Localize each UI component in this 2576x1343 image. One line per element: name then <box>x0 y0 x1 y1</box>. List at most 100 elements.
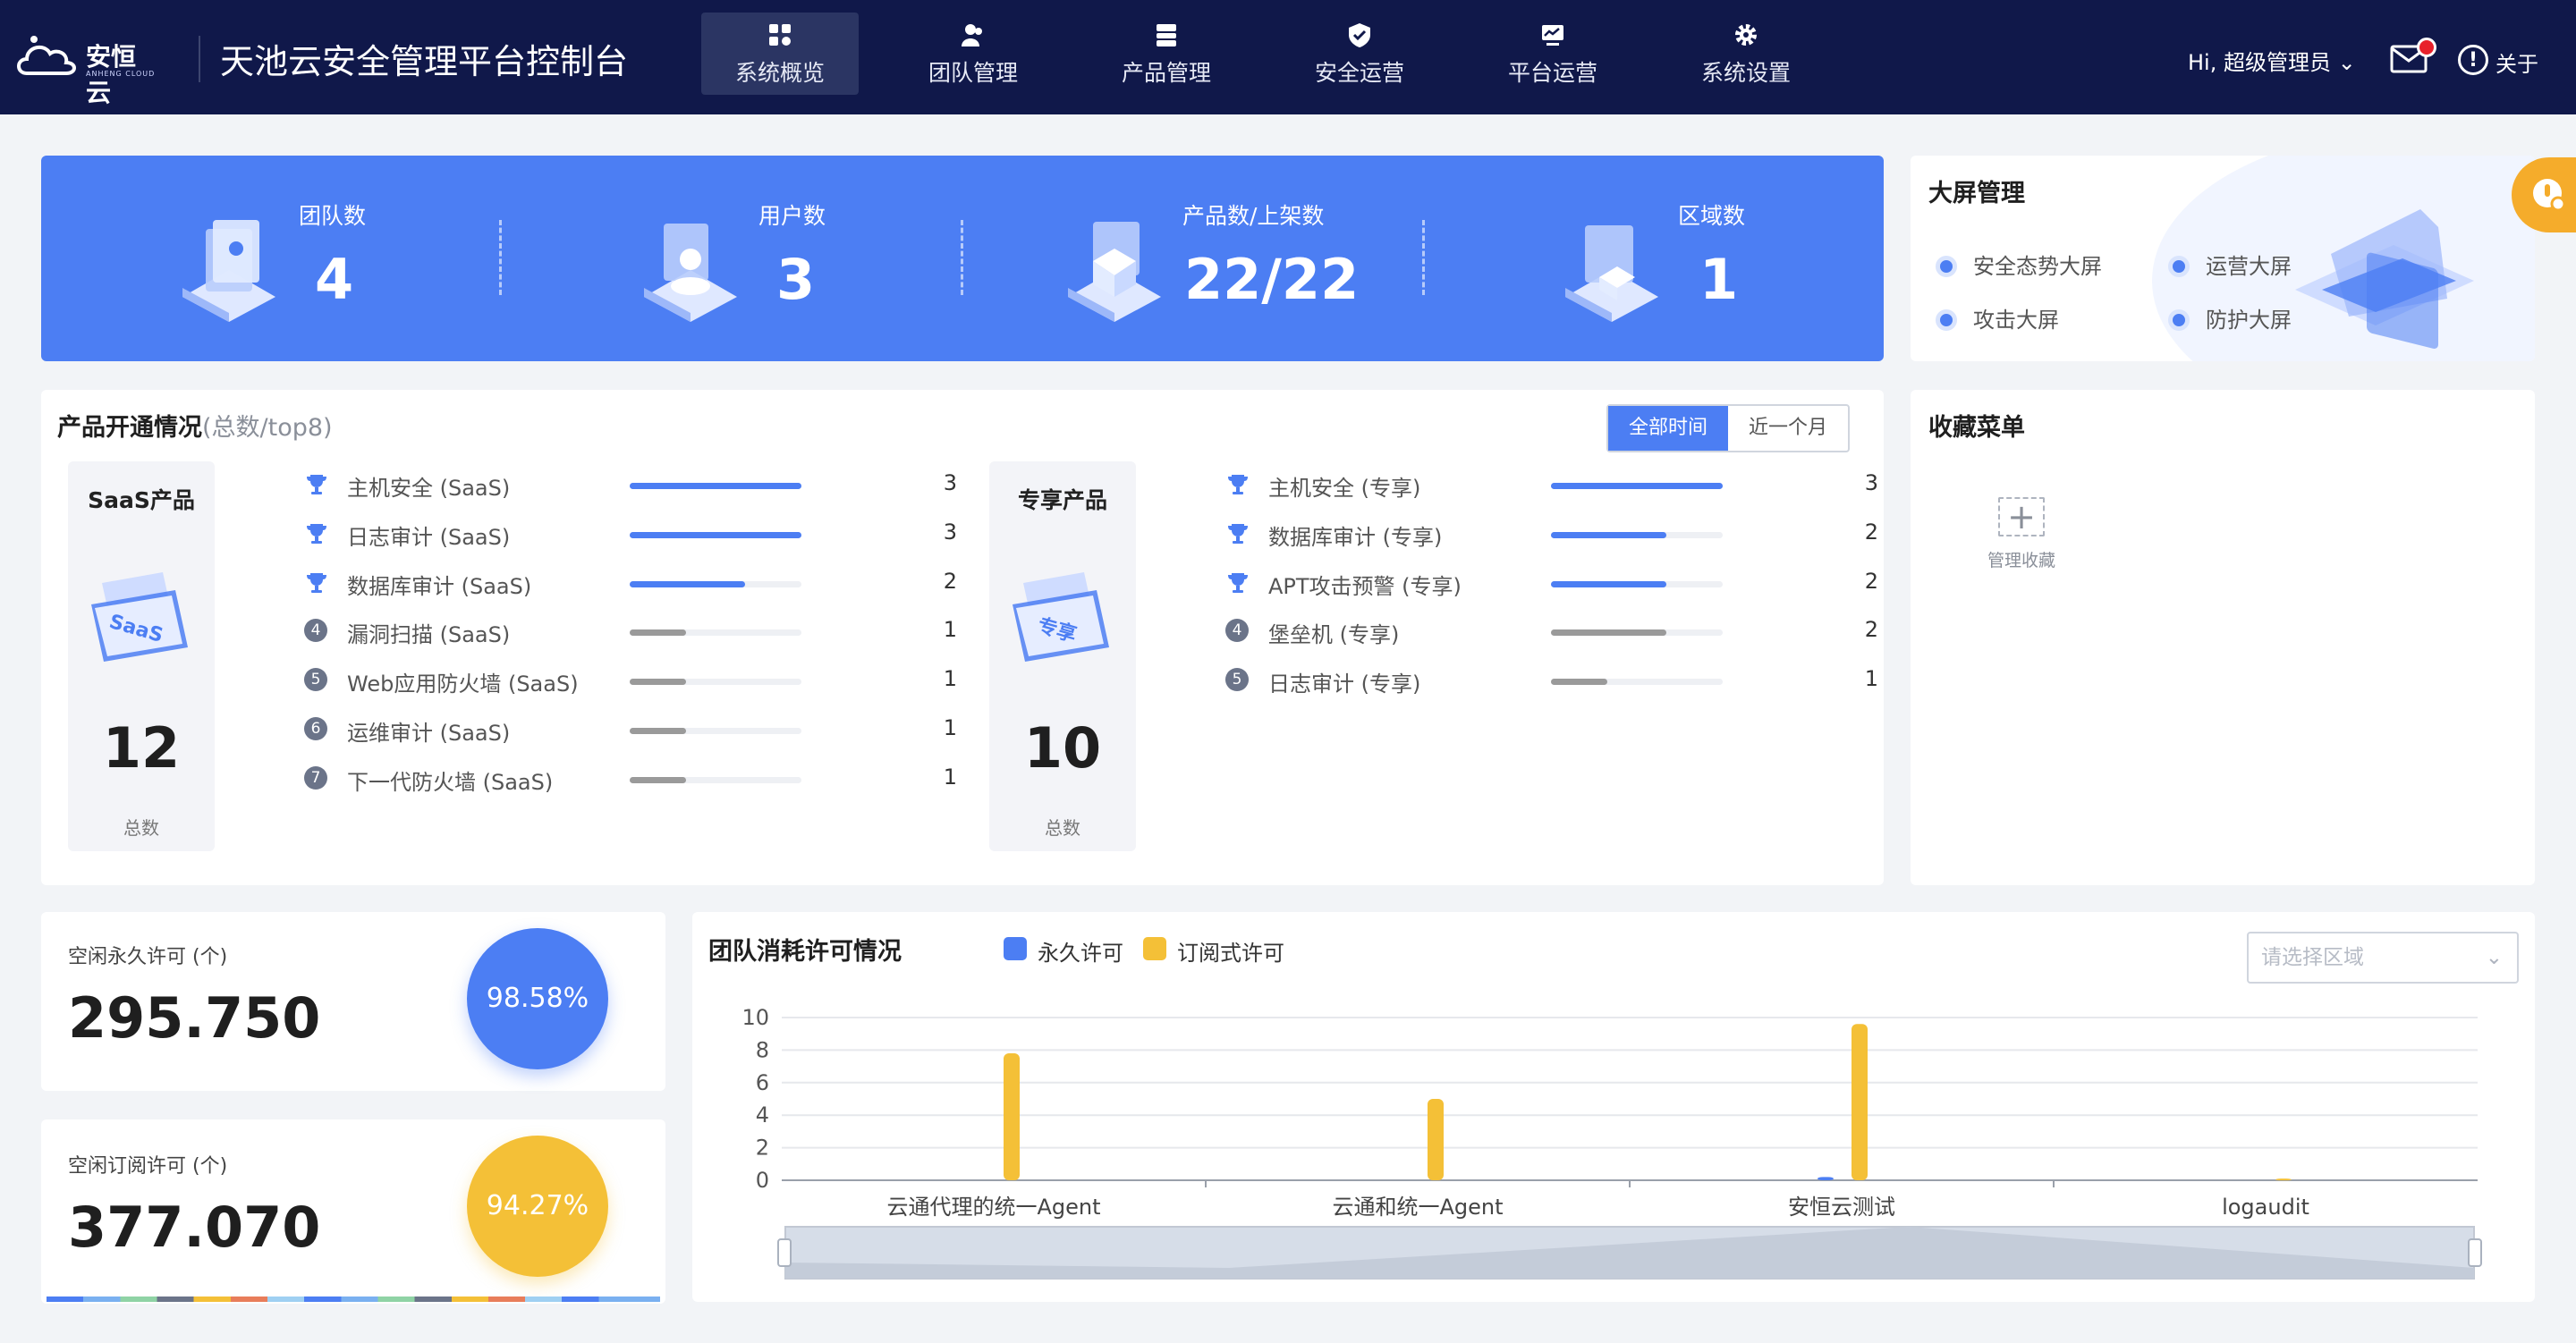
ranking-count: 2 <box>1864 617 1878 643</box>
ranking-bar-fill <box>1551 483 1723 489</box>
stat-divider <box>1422 220 1425 295</box>
trophy-icon <box>304 472 329 497</box>
ranking-bar-track <box>630 580 801 587</box>
bigscreen-title: 大屏管理 <box>1928 180 2025 207</box>
stat-label: 产品数/上架数 <box>1182 203 1325 229</box>
nav-label: 安全运营 <box>1314 60 1404 86</box>
bullet-dot <box>2168 256 2190 277</box>
gear-icon <box>1667 21 1825 52</box>
license-percent-circle: 98.58% <box>467 928 608 1069</box>
ranking-row: 数据库审计 (SaaS) 2 <box>304 562 957 610</box>
ranking-bar-track <box>630 728 801 734</box>
ranking-count: 3 <box>1864 470 1878 495</box>
license-percent-circle: 94.27% <box>467 1136 608 1277</box>
stat-value: 22/22 <box>1184 247 1360 312</box>
zoom-handle-right[interactable] <box>2468 1238 2482 1267</box>
tab-all-time[interactable]: 全部时间 <box>1608 406 1728 451</box>
ranking-bar-track <box>630 776 801 783</box>
ranking-row: 5 Web应用防火墙 (SaaS) 1 <box>304 659 957 707</box>
ranking-bar-track <box>1551 531 1723 538</box>
ranking-bar-fill <box>1551 531 1666 538</box>
ranking-name: 日志审计 (专享) <box>1268 672 1421 697</box>
ranking-bar-fill <box>630 580 745 587</box>
add-favorite-button[interactable]: + <box>1998 497 2045 536</box>
exclusive-title: 专享产品 <box>1017 487 1107 513</box>
rank-number-badge: 6 <box>304 717 329 742</box>
products-subtitle: (总数/top8) <box>202 414 333 442</box>
nav-product[interactable]: 产品管理 <box>1088 13 1245 95</box>
ranking-row: 6 运维审计 (SaaS) 1 <box>304 708 957 756</box>
nav-label: 团队管理 <box>928 60 1018 86</box>
stat-value: 3 <box>776 247 816 312</box>
trophy-icon <box>1225 570 1250 595</box>
saas-total: 12 <box>102 715 181 781</box>
title-divider <box>199 36 200 82</box>
nav-platform-ops[interactable]: 平台运营 <box>1474 13 1631 95</box>
logo-subtext: ANHENG CLOUD <box>86 70 156 78</box>
license-chart-title: 团队消耗许可情况 <box>708 938 902 966</box>
ranking-name: 主机安全 (SaaS) <box>347 476 511 501</box>
bigscreen-link-ops[interactable]: 运营大屏 <box>2206 249 2292 280</box>
logo[interactable]: 安恒云 ANHENG CLOUD <box>13 34 156 107</box>
stat-value: 1 <box>1699 247 1739 312</box>
y-tick-label: 10 <box>741 1005 769 1030</box>
ranking-row: 7 下一代防火墙 (SaaS) 1 <box>304 757 957 806</box>
ranking-row: 4 堡垒机 (专享) 2 <box>1225 610 1878 658</box>
ranking-name: APT攻击预警 (专享) <box>1268 573 1462 599</box>
legend-subscription[interactable]: 订阅式许可 <box>1177 935 1284 967</box>
decorative-color-strip <box>47 1297 660 1302</box>
bar-subscription <box>1852 1024 1868 1180</box>
info-icon[interactable]: ! <box>2458 45 2488 75</box>
zoom-handle-left[interactable] <box>777 1238 792 1267</box>
license-bar-chart: 0 2 4 6 8 10 云通代理的统一Agent 云通和统一Agent 安恒云测试 logaud… <box>741 1005 2482 1280</box>
ranking-count: 2 <box>1864 568 1878 594</box>
nav-settings[interactable]: 系统设置 <box>1667 13 1825 95</box>
bar-subscription <box>1004 1053 1020 1180</box>
ranking-bar-fill <box>1551 629 1666 637</box>
ranking-name: 数据库审计 (专享) <box>1268 524 1443 550</box>
region-select[interactable]: 请选择区域 ⌄ <box>2247 932 2519 984</box>
ranking-name: 数据库审计 (SaaS) <box>347 573 532 599</box>
ranking-bar-fill <box>630 776 687 783</box>
user-menu[interactable]: Hi, 超级管理员 ⌄ <box>2188 45 2356 76</box>
nav-team[interactable]: 团队管理 <box>894 13 1052 95</box>
ranking-bar-track <box>630 629 801 637</box>
grid-icon <box>701 21 859 52</box>
legend-swatch-subscription <box>1143 937 1166 960</box>
ranking-bar-track <box>630 679 801 686</box>
bigscreen-link-attack[interactable]: 攻击大屏 <box>1973 302 2059 334</box>
stat-label: 区域数 <box>1678 203 1746 229</box>
notification-dot <box>2417 38 2436 57</box>
bulb-icon <box>2533 179 2566 212</box>
stat-label: 团队数 <box>299 203 367 229</box>
y-tick-label: 4 <box>756 1102 769 1128</box>
stat-divider <box>499 220 502 295</box>
manage-favorites-label[interactable]: 管理收藏 <box>1968 547 2075 571</box>
exclusive-folder-icon: 专享 <box>1004 565 1122 672</box>
ranking-name: 下一代防火墙 (SaaS) <box>347 769 554 795</box>
nav-overview[interactable]: 系统概览 <box>701 13 859 95</box>
bar-permanent <box>1818 1177 1834 1180</box>
plus-icon: + <box>2007 497 2036 536</box>
x-tick-label: 安恒云测试 <box>1788 1195 1895 1220</box>
license-label: 空闲订阅许可 (个) <box>68 1155 228 1178</box>
product-icon <box>1088 21 1245 52</box>
legend-permanent[interactable]: 永久许可 <box>1038 935 1123 967</box>
ranking-bar-track <box>1551 483 1723 489</box>
bullet-dot <box>1936 256 1957 277</box>
x-tick-label: logaudit <box>2222 1195 2309 1220</box>
bigscreen-link-security[interactable]: 安全态势大屏 <box>1973 249 2102 280</box>
bigscreen-link-defense[interactable]: 防护大屏 <box>2206 302 2292 334</box>
legend-swatch-permanent <box>1004 937 1027 960</box>
ranking-count: 1 <box>943 666 957 692</box>
products-title: 产品开通情况(总数/top8) <box>57 408 333 443</box>
rank-number-badge: 7 <box>304 765 329 791</box>
monitor-icon <box>1474 21 1631 52</box>
ranking-row: 4 漏洞扫描 (SaaS) 1 <box>304 610 957 658</box>
nav-label: 产品管理 <box>1121 60 1211 86</box>
tab-last-month[interactable]: 近一个月 <box>1728 406 1848 451</box>
ranking-row: 数据库审计 (专享) 2 <box>1225 512 1878 561</box>
trophy-icon <box>1225 472 1250 497</box>
nav-security-ops[interactable]: 安全运营 <box>1281 13 1438 95</box>
about-link[interactable]: 关于 <box>2496 46 2538 78</box>
